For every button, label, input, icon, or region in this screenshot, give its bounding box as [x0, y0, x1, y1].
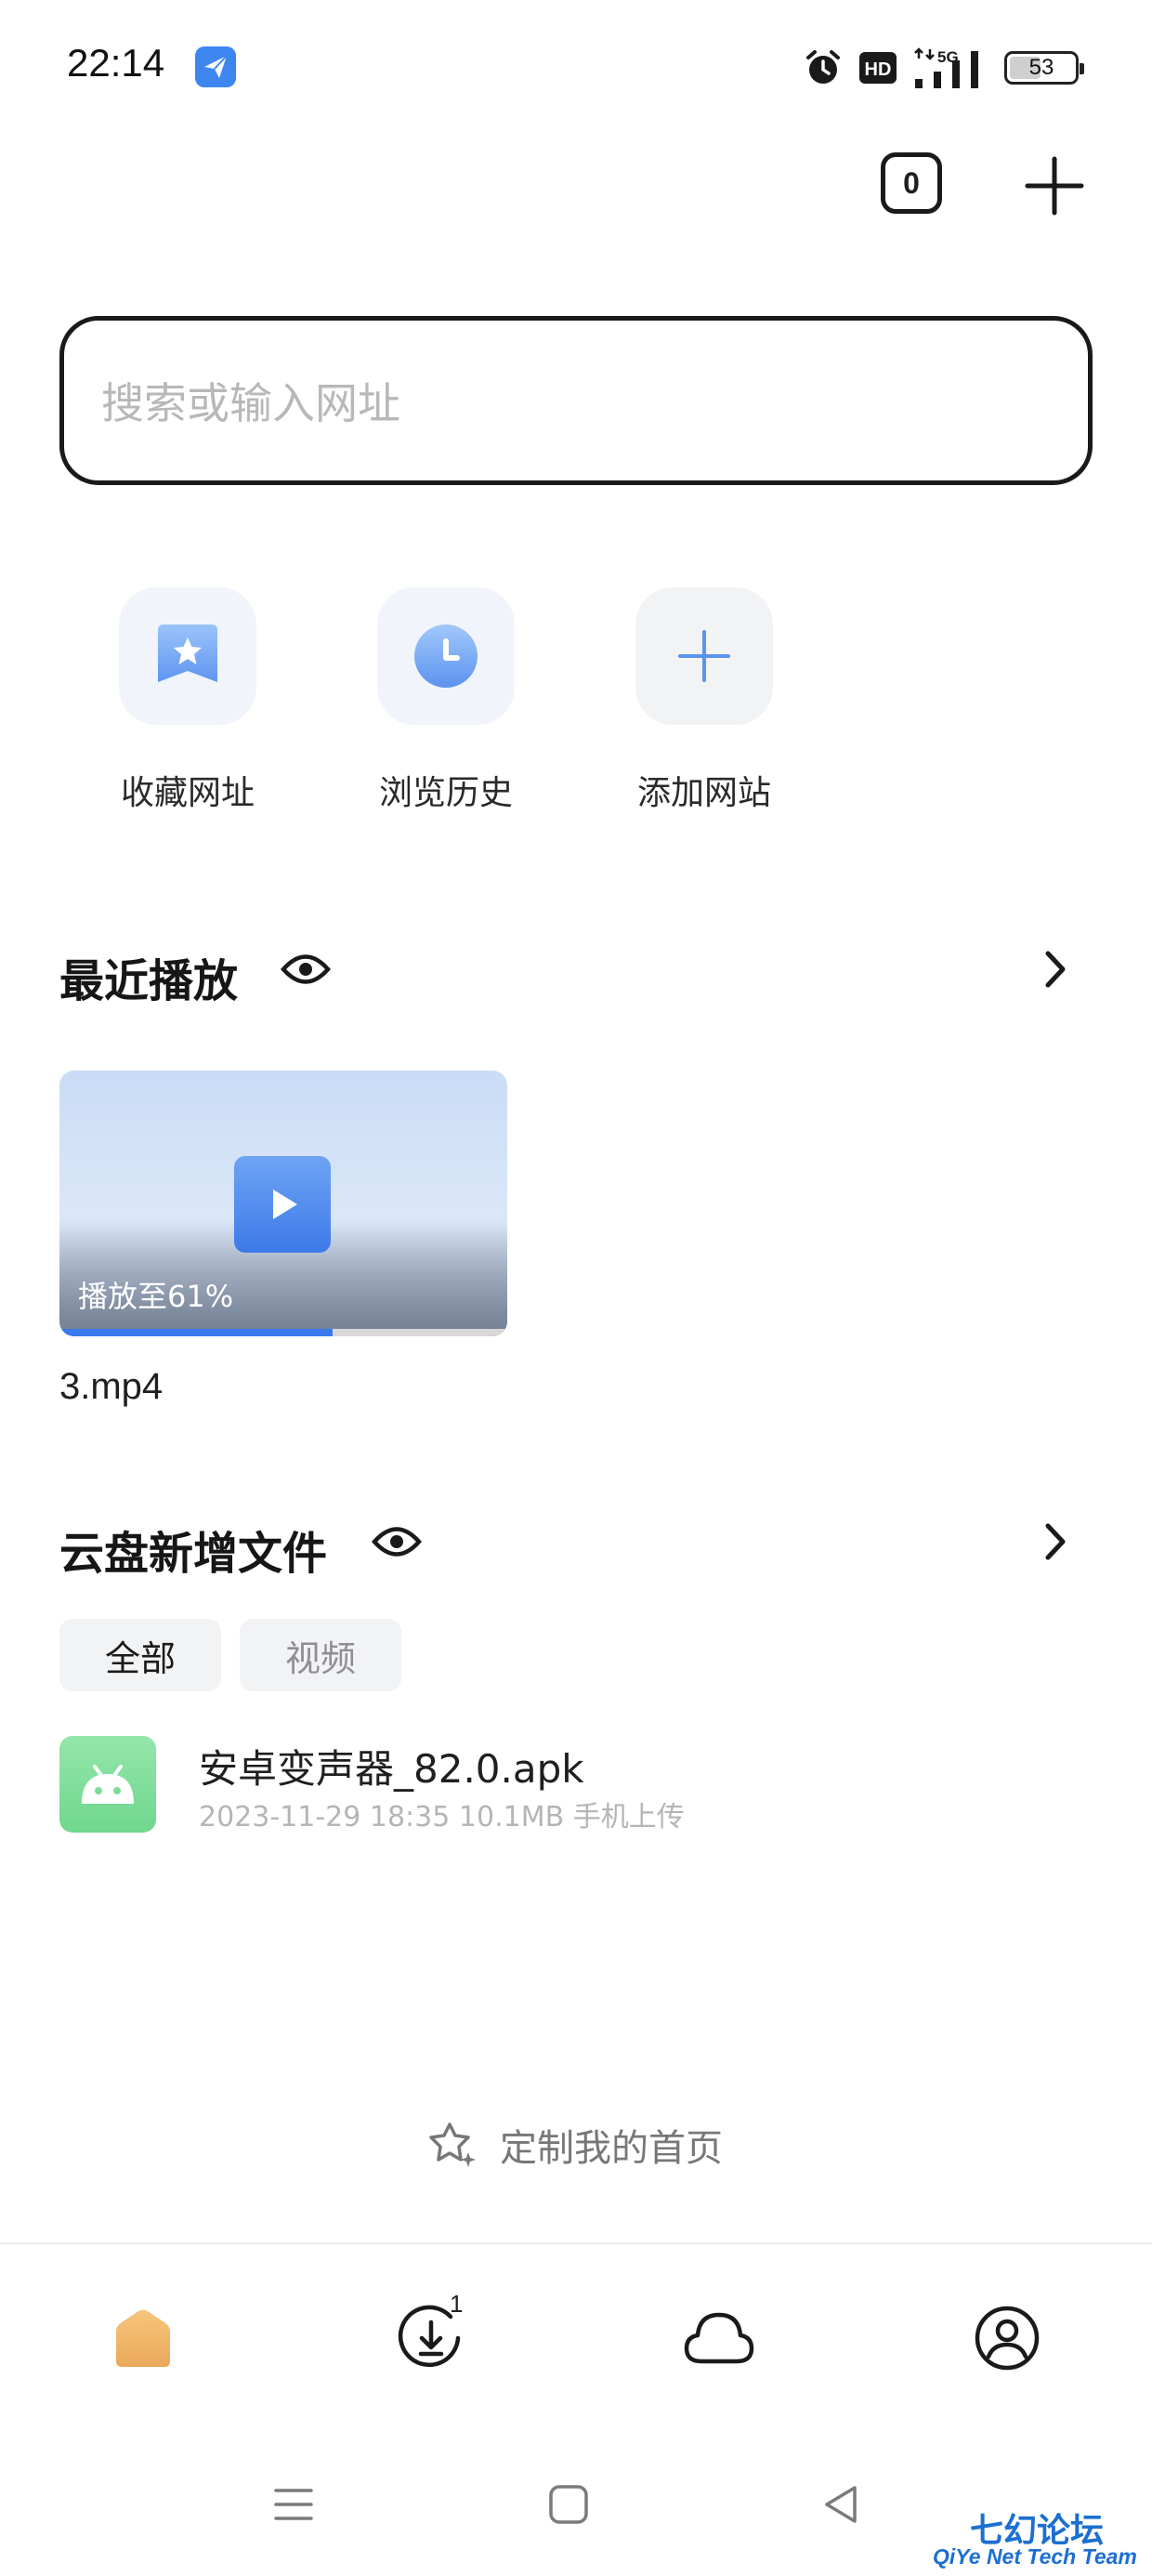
tab-count-button[interactable]: 0	[881, 152, 942, 214]
battery-icon: 53	[1004, 51, 1084, 85]
nav-cloud[interactable]	[682, 2301, 756, 2375]
eye-icon[interactable]	[281, 950, 331, 989]
file-meta: 2023-11-29 18:35 10.1MB 手机上传	[199, 1794, 685, 1834]
shortcut-add-site[interactable]: 添加网站	[611, 587, 797, 829]
forum-watermark: 七幻论坛 QiYe Net Tech Team	[929, 2504, 1148, 2572]
hd-icon: HD	[859, 52, 897, 84]
clock-icon	[414, 624, 478, 688]
sparkle-icon	[429, 2123, 476, 2167]
status-bar: 22:14 HD 5G 53	[0, 0, 1152, 139]
file-size: 10.1MB	[458, 1801, 565, 1833]
app-notification-icon	[195, 46, 236, 87]
status-icons: HD 5G 53	[804, 45, 1084, 91]
cloud-icon	[684, 2312, 754, 2364]
chevron-right-icon[interactable]	[1039, 1520, 1072, 1563]
chevron-right-icon[interactable]	[1039, 948, 1072, 991]
plus-icon[interactable]	[1022, 153, 1087, 218]
system-menu-button[interactable]	[266, 2477, 321, 2532]
nav-profile[interactable]	[970, 2301, 1044, 2375]
bookmark-star-icon	[158, 624, 217, 682]
play-icon	[234, 1156, 331, 1253]
video-progress-fill	[59, 1329, 334, 1336]
eye-icon[interactable]	[372, 1522, 422, 1561]
recent-play-title: 最近播放	[59, 955, 239, 1007]
shortcut-history[interactable]: 浏览历史	[353, 587, 539, 829]
signal-icon: 5G	[914, 47, 978, 88]
filter-chip-video[interactable]: 视频	[240, 1619, 401, 1691]
android-icon[interactable]	[59, 1736, 156, 1833]
home-icon	[116, 2309, 170, 2367]
shortcut-bookmarks[interactable]: 收藏网址	[95, 587, 281, 829]
watermark-subtitle: QiYe Net Tech Team	[933, 2544, 1137, 2569]
shortcut-label: 添加网站	[636, 774, 771, 812]
plus-icon	[678, 630, 730, 682]
system-home-button[interactable]	[541, 2477, 596, 2532]
filter-chip-all[interactable]: 全部	[59, 1619, 221, 1691]
alarm-icon	[806, 50, 840, 84]
profile-icon	[975, 2306, 1040, 2371]
back-icon	[825, 2486, 857, 2523]
status-time: 22:14	[67, 41, 165, 85]
search-placeholder: 搜索或输入网址	[101, 378, 400, 428]
home-square-icon	[549, 2485, 588, 2524]
cloud-files-title: 云盘新增文件	[59, 1528, 328, 1580]
file-name[interactable]: 安卓变声器_82.0.apk	[199, 1738, 584, 1794]
svg-text:HD: HD	[865, 59, 892, 80]
video-progress-label: 播放至61%	[78, 1279, 234, 1314]
video-name[interactable]: 3.mp4	[59, 1366, 163, 1408]
shortcut-label: 浏览历史	[378, 774, 513, 812]
system-back-button[interactable]	[814, 2477, 870, 2532]
customize-homepage-button[interactable]: 定制我的首页	[427, 2111, 723, 2178]
file-date: 2023-11-29 18:35	[199, 1801, 451, 1833]
recent-video-card[interactable]: 播放至61%	[59, 1071, 507, 1336]
file-source: 手机上传	[572, 1801, 685, 1833]
customize-label: 定制我的首页	[500, 2127, 723, 2170]
shortcut-label: 收藏网址	[120, 774, 255, 812]
menu-icon	[274, 2489, 313, 2520]
nav-home[interactable]	[106, 2301, 180, 2375]
bottom-nav-divider	[0, 2242, 1152, 2244]
battery-level: 53	[1028, 55, 1054, 80]
video-progress-bar	[59, 1329, 507, 1336]
download-badge: 1	[450, 2290, 464, 2318]
search-input[interactable]: 搜索或输入网址	[59, 316, 1093, 485]
